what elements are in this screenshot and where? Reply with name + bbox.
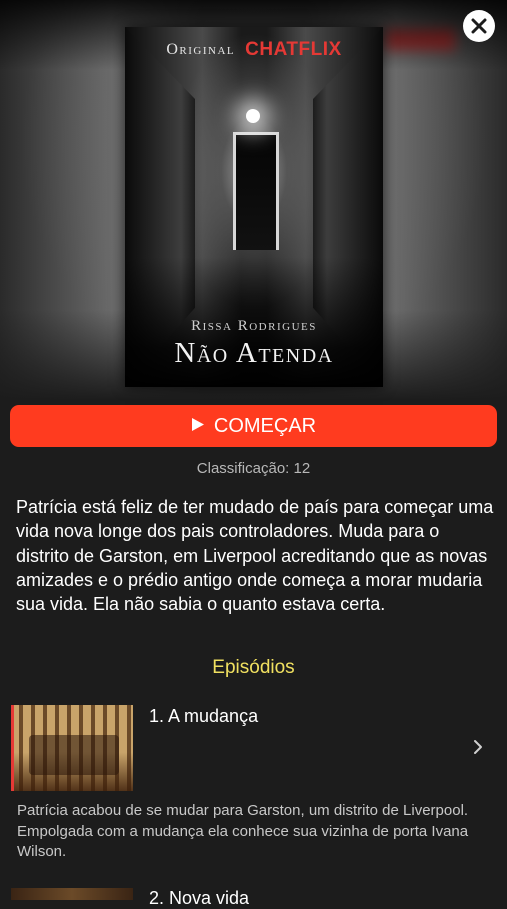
episodes-heading: Episódios (212, 657, 295, 678)
play-icon (191, 415, 205, 438)
close-button[interactable] (463, 10, 495, 42)
poster-brand: Original CHATFLIX (125, 39, 383, 61)
poster-light (246, 109, 260, 123)
start-button[interactable]: COMEÇAR (10, 405, 497, 447)
episode-thumbnail[interactable] (11, 888, 133, 900)
close-icon (471, 18, 487, 34)
chevron-right-icon[interactable] (471, 737, 485, 757)
start-button-label: COMEÇAR (213, 414, 317, 437)
poster-doorway (233, 132, 279, 250)
poster-brand-logo: CHATFLIX (245, 39, 342, 60)
poster-title: Não Atenda (174, 337, 334, 369)
poster-author: Rissa Rodrigues (191, 318, 317, 334)
episode-description: Patrícia acabou de se mudar para Garston… (17, 802, 469, 860)
age-rating: Classificação: 12 (196, 460, 311, 477)
story-synopsis: Patrícia está feliz de ter mudado de paí… (16, 497, 494, 615)
episode-title[interactable]: 1. A mudança (149, 706, 258, 727)
episode-thumbnail[interactable] (11, 705, 133, 791)
episode-title[interactable]: 2. Nova vida (149, 888, 249, 909)
cover-poster: Original CHATFLIX Rissa Rodrigues Não Ate… (125, 27, 383, 387)
poster-brand-original: Original (166, 41, 236, 58)
